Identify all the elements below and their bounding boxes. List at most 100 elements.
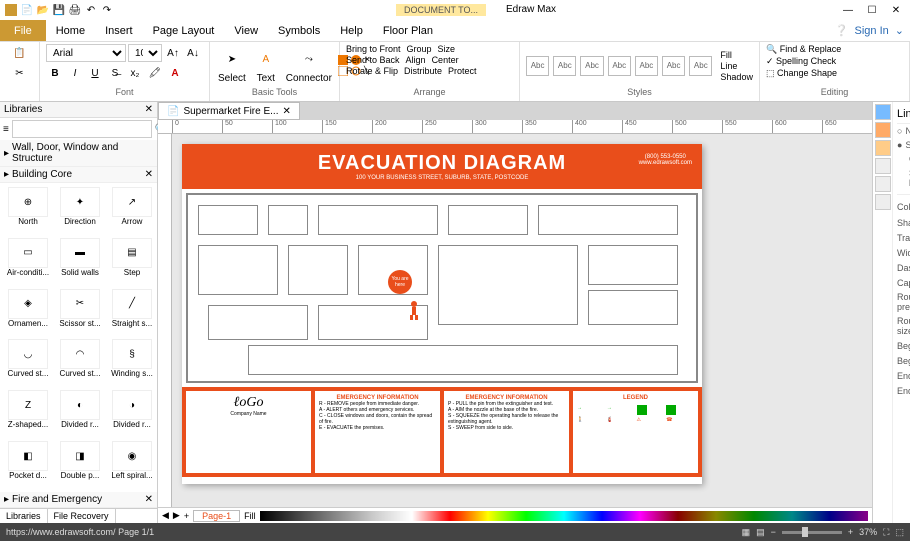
paste-icon[interactable]: 📋 [11, 44, 29, 62]
find-replace-button[interactable]: 🔍 Find & Replace [766, 44, 841, 55]
prev-page-icon[interactable]: ◀ [162, 510, 169, 521]
lib-menu-icon[interactable]: ≡ [2, 120, 10, 138]
lib-category[interactable]: ▸Wall, Door, Window and Structure [0, 140, 157, 167]
search-input[interactable] [12, 120, 152, 138]
menu-symbols[interactable]: Symbols [268, 22, 330, 40]
tab-size[interactable] [875, 194, 891, 210]
library-item[interactable]: ◉Left spiral... [106, 439, 157, 490]
menu-view[interactable]: View [224, 22, 268, 40]
style-preset[interactable]: Abc [662, 56, 685, 76]
redo-icon[interactable]: ↷ [100, 3, 114, 17]
style-preset[interactable]: Abc [553, 56, 576, 76]
fullscreen-icon[interactable]: ⬚ [895, 527, 904, 538]
save-icon[interactable]: 💾 [52, 3, 66, 17]
style-preset[interactable]: Abc [635, 56, 658, 76]
fill-button[interactable]: Fill [720, 50, 753, 60]
subscript-icon[interactable]: x₂ [126, 64, 144, 82]
close-icon[interactable]: ✕ [145, 169, 153, 180]
library-item[interactable]: ╱Straight s... [106, 287, 157, 338]
tab-file-recovery[interactable]: File Recovery [48, 509, 116, 523]
canvas[interactable]: EVACUATION DIAGRAM 100 YOUR BUSINESS STR… [172, 134, 872, 507]
library-item[interactable]: ◐Divided r... [54, 388, 106, 439]
center-button[interactable]: Center [432, 55, 459, 65]
print-icon[interactable]: 🖨 [68, 3, 82, 17]
underline-icon[interactable]: U [86, 64, 104, 82]
collapse-ribbon-icon[interactable]: ⌄ [895, 24, 904, 37]
library-item[interactable]: ▤Step [106, 236, 157, 287]
library-item[interactable]: ▭Air-conditi... [2, 236, 54, 287]
tab-theme[interactable] [875, 104, 891, 120]
add-page-icon[interactable]: + [184, 511, 189, 521]
lib-category[interactable]: ▸Fire and Emergency✕ [0, 492, 157, 508]
maximize-button[interactable]: ☐ [862, 2, 882, 18]
font-size-select[interactable]: 10 [128, 44, 162, 62]
size-button[interactable]: Size [438, 44, 456, 54]
open-icon[interactable]: 📂 [36, 3, 50, 17]
font-color-icon[interactable]: A [166, 64, 184, 82]
align-button[interactable]: Align [406, 55, 426, 65]
tab-layout[interactable] [875, 176, 891, 192]
send-back-button[interactable]: Send to Back [346, 55, 400, 65]
new-icon[interactable]: 📄 [20, 3, 34, 17]
library-item[interactable]: ◡Curved st... [2, 337, 54, 388]
menu-page-layout[interactable]: Page Layout [143, 22, 225, 40]
grow-font-icon[interactable]: A↑ [164, 44, 182, 62]
fit-page-icon[interactable]: ⛶ [883, 527, 889, 538]
library-item[interactable]: ◠Curved st... [54, 337, 106, 388]
tab-line[interactable] [875, 140, 891, 156]
menu-help[interactable]: Help [330, 22, 373, 40]
menu-floor-plan[interactable]: Floor Plan [373, 22, 443, 40]
library-item[interactable]: ◑Divided r... [106, 388, 157, 439]
style-preset[interactable]: Abc [689, 56, 712, 76]
library-item[interactable]: §Winding s... [106, 337, 157, 388]
line-type-option[interactable]: Single color gradient line [897, 166, 910, 190]
document-tab[interactable]: 📄 Supermarket Fire E... ✕ [158, 102, 300, 120]
shadow-button[interactable]: Shadow [720, 72, 753, 82]
signin-link[interactable]: Sign In [855, 25, 889, 37]
library-item[interactable]: ZZ-shaped... [2, 388, 54, 439]
lib-category[interactable]: ▸Building Core✕ [0, 167, 157, 183]
tab-libraries[interactable]: Libraries [0, 509, 48, 523]
style-preset[interactable]: Abc [526, 56, 549, 76]
font-name-select[interactable]: Arial [46, 44, 126, 62]
spelling-button[interactable]: ✓ Spelling Check [766, 56, 836, 67]
view-mode-icon[interactable]: ▤ [756, 527, 765, 538]
shrink-font-icon[interactable]: A↓ [184, 44, 202, 62]
library-item[interactable]: ◈Ornamen... [2, 287, 54, 338]
page[interactable]: EVACUATION DIAGRAM 100 YOUR BUSINESS STR… [182, 144, 702, 484]
line-button[interactable]: Line [720, 61, 753, 71]
select-tool[interactable]: ➤Select [216, 46, 248, 86]
text-tool[interactable]: AText [252, 46, 280, 86]
rotate-button[interactable]: Rotate & Flip [346, 66, 398, 76]
menu-insert[interactable]: Insert [95, 22, 143, 40]
library-item[interactable]: ✂Scissor st... [54, 287, 106, 338]
bring-front-button[interactable]: Bring to Front [346, 44, 401, 54]
menu-home[interactable]: Home [46, 22, 95, 40]
distribute-button[interactable]: Distribute [404, 66, 442, 76]
cut-icon[interactable]: ✂ [11, 64, 29, 82]
library-item[interactable]: ◧Pocket d... [2, 439, 54, 490]
next-page-icon[interactable]: ▶ [173, 510, 180, 521]
close-icon[interactable]: ✕ [145, 104, 153, 115]
style-preset[interactable]: Abc [580, 56, 603, 76]
library-item[interactable]: ✦Direction [54, 185, 106, 236]
page-tab[interactable]: Page-1 [193, 510, 240, 522]
color-palette[interactable] [260, 511, 868, 521]
strike-icon[interactable]: S̶ [106, 64, 124, 82]
connector-tool[interactable]: ⤳Connector [284, 46, 334, 86]
style-preset[interactable]: Abc [608, 56, 631, 76]
line-type-option[interactable]: ○ No line [897, 124, 910, 138]
line-type-option[interactable]: Gradient line [897, 152, 910, 166]
close-button[interactable]: ✕ [886, 2, 906, 18]
zoom-out-icon[interactable]: − [771, 527, 776, 537]
floorplan[interactable]: You are here [186, 193, 698, 383]
zoom-slider[interactable] [782, 531, 842, 534]
tab-fill[interactable] [875, 122, 891, 138]
highlight-icon[interactable]: 🖍 [146, 64, 164, 82]
close-icon[interactable]: ✕ [282, 106, 290, 117]
zoom-in-icon[interactable]: + [848, 527, 853, 537]
tab-shadow[interactable] [875, 158, 891, 174]
close-icon[interactable]: ✕ [145, 494, 153, 505]
group-button[interactable]: Group [407, 44, 432, 54]
protect-button[interactable]: Protect [448, 66, 477, 76]
